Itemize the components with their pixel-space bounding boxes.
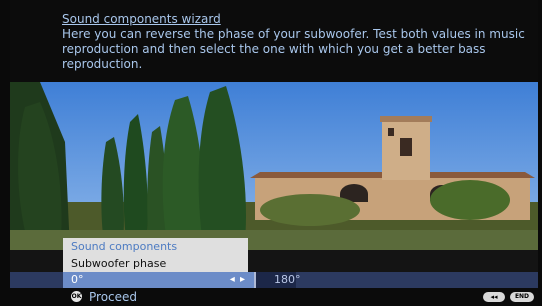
back-button-icon[interactable]: ◂◂ — [483, 292, 505, 302]
wizard-header: Sound components wizard Here you can rev… — [10, 0, 538, 82]
wizard-title: Sound components wizard — [62, 12, 221, 26]
menu-item-sound-components[interactable]: Sound components — [63, 238, 248, 255]
alternate-phase-option[interactable]: 180° — [256, 272, 301, 288]
settings-menu: Sound components Subwoofer phase — [63, 238, 248, 272]
background-photo — [10, 82, 538, 250]
alternate-phase-value: 180° — [274, 273, 301, 286]
left-right-arrows-icon: ◂ ▸ — [229, 274, 246, 285]
menu-item-subwoofer-phase[interactable]: Subwoofer phase — [63, 255, 248, 272]
selected-phase-option[interactable]: 0° ◂ ▸ — [63, 272, 254, 288]
selected-phase-value: 0° — [71, 273, 84, 286]
tv-screen: Sound components wizard Here you can rev… — [0, 0, 542, 306]
end-button-icon[interactable]: END — [510, 292, 534, 302]
footer-bar: OK Proceed ◂◂ END — [10, 288, 538, 306]
proceed-label[interactable]: Proceed — [89, 288, 137, 306]
ok-button-icon: OK — [71, 291, 82, 302]
wizard-description: Here you can reverse the phase of your s… — [62, 27, 525, 71]
phase-selector[interactable]: 0° ◂ ▸ 180° — [10, 272, 538, 288]
